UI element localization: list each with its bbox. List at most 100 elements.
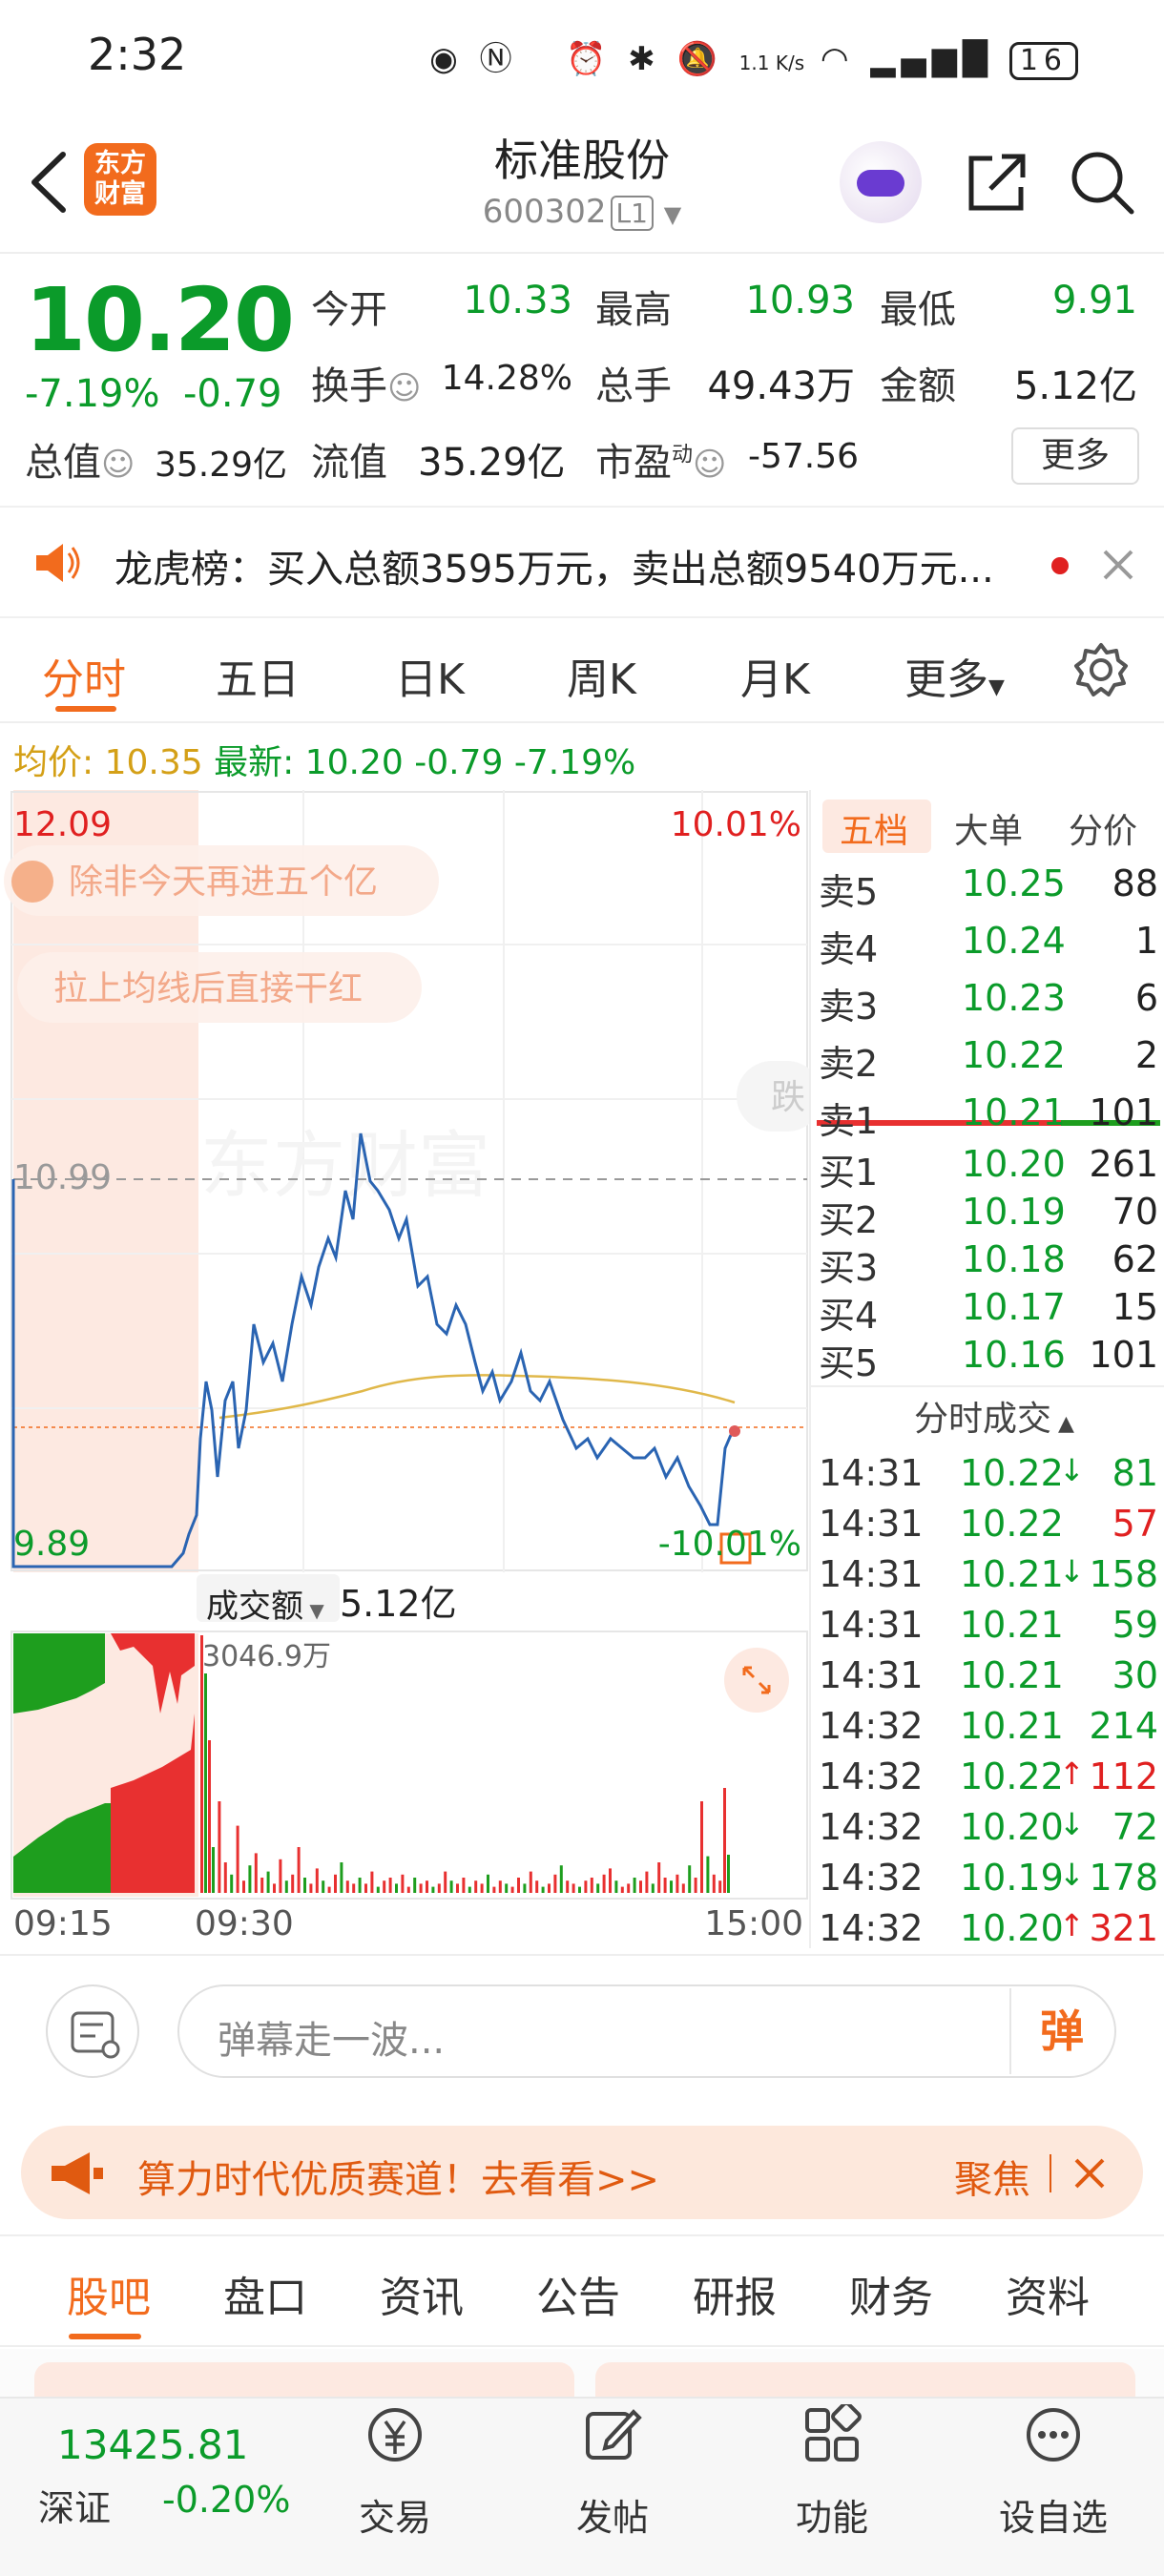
barrage-send-button[interactable]: 弹 xyxy=(1009,1988,1112,2074)
trade-volume: 57 xyxy=(1112,1503,1158,1545)
bid-label: 买2 xyxy=(819,1199,879,1241)
trade-time: 14:31 xyxy=(819,1553,924,1595)
volume-bar xyxy=(236,1825,239,1893)
bid-price: 10.19 xyxy=(962,1191,1066,1233)
tab-intraday[interactable]: 分时 xyxy=(42,645,126,706)
promo-focus: 聚焦 xyxy=(954,2158,1030,2202)
volume-bar xyxy=(309,1883,313,1893)
volume-bar xyxy=(639,1880,642,1893)
volume-bar xyxy=(444,1871,447,1893)
avg-value: 10.35 xyxy=(104,743,203,782)
info-icon: ☺ xyxy=(101,446,135,484)
trade-time: 14:32 xyxy=(819,1755,924,1797)
trade-row: 14:31 10.21 59 xyxy=(819,1604,1158,1654)
last-value: 10.20 xyxy=(304,743,404,782)
bid-volume: 70 xyxy=(1112,1191,1158,1233)
intraday-chart[interactable]: 东方财富 12.09 10.01% 10.99 9.89 -10.01% 除非今… xyxy=(0,790,809,1572)
trades-title[interactable]: 分时成交 ▲ xyxy=(914,1391,1074,1441)
volume-bar xyxy=(523,1883,527,1893)
low-label: 最低 xyxy=(880,288,956,332)
tab-order-book[interactable]: 盘口 xyxy=(223,2263,307,2324)
dragon-tiger-notice[interactable]: 龙虎榜：买入总额3595万元，卖出总额9540万元... xyxy=(0,506,1164,618)
trade-price: 10.20 xyxy=(960,1806,1064,1848)
volume-chart[interactable]: 3046.9万 09:15 09:30 15:00 xyxy=(0,1628,809,1952)
tab-monthly-k[interactable]: 月K xyxy=(740,645,810,706)
more-button[interactable]: 更多 xyxy=(1011,427,1139,485)
close-icon[interactable] xyxy=(1099,546,1137,584)
status-time: 2:32 xyxy=(88,29,187,80)
volume-bar xyxy=(566,1880,570,1893)
trade-direction: ↑ xyxy=(1059,1755,1085,1792)
volume-bar xyxy=(395,1883,398,1893)
volume-bar xyxy=(480,1883,484,1893)
ask-price: 10.24 xyxy=(962,920,1066,962)
more-dots-icon xyxy=(1027,2408,1080,2462)
tab-five-day[interactable]: 五日 xyxy=(216,645,300,706)
search-icon[interactable] xyxy=(1069,149,1135,216)
nav-trade-label: 交易 xyxy=(358,2497,431,2539)
volume-bar xyxy=(663,1878,667,1893)
barrage-input[interactable]: 弹幕走一波... xyxy=(177,1984,1116,2078)
trade-row: 14:31 10.21 30 xyxy=(819,1654,1158,1705)
trade-row: 14:32 10.21 214 xyxy=(819,1705,1158,1755)
volume-bar xyxy=(376,1886,380,1893)
index-name[interactable]: 深证 xyxy=(38,2479,111,2531)
share-icon[interactable] xyxy=(964,149,1030,216)
volume-bar xyxy=(596,1883,600,1893)
bid-volume: 62 xyxy=(1112,1238,1158,1280)
ask-price: 10.22 xyxy=(962,1034,1066,1076)
volume-bar xyxy=(340,1862,343,1893)
y-bottom-label: 9.89 xyxy=(13,1525,90,1564)
danmu-text-1: 除非今天再进五个亿 xyxy=(69,862,378,902)
tab-daily-k[interactable]: 日K xyxy=(395,645,465,706)
trade-direction: ↓ xyxy=(1059,1857,1085,1893)
ask-label: 卖4 xyxy=(819,928,879,970)
battery-icon: 16 xyxy=(1008,42,1078,80)
barrage-settings-icon[interactable] xyxy=(46,1984,139,2078)
volume-bar xyxy=(279,1859,282,1893)
tab-five-levels[interactable]: 五档 xyxy=(840,803,908,853)
trades-title-text: 分时成交 xyxy=(914,1400,1052,1439)
turnover-label[interactable]: 换手☺ xyxy=(311,355,421,410)
tab-forum[interactable]: 股吧 xyxy=(67,2263,151,2324)
trade-time: 14:32 xyxy=(819,1705,924,1747)
tab-weekly-k[interactable]: 周K xyxy=(567,645,636,706)
volume-bar xyxy=(208,1740,211,1893)
tab-more[interactable]: 更多▼ xyxy=(904,645,1005,706)
bid-row: 买4 10.17 15 xyxy=(819,1286,1158,1337)
gear-icon[interactable] xyxy=(1072,641,1130,698)
pe-label[interactable]: 市盈动☺ xyxy=(595,431,726,487)
trade-price: 10.22 xyxy=(960,1503,1064,1545)
volume-type-selector[interactable]: 成交额 ▼ xyxy=(197,1574,340,1626)
card-peek-left xyxy=(34,2362,574,2400)
volume-bar xyxy=(559,1865,563,1893)
index-change[interactable]: -0.20% xyxy=(162,2479,290,2521)
megaphone-icon xyxy=(52,2152,103,2194)
trade-volume: 72 xyxy=(1112,1806,1158,1848)
volume-bar xyxy=(676,1874,679,1893)
ask-volume: 2 xyxy=(1134,1034,1158,1076)
tab-news[interactable]: 资讯 xyxy=(380,2263,464,2324)
current-price: 10.20 xyxy=(25,269,295,371)
tab-price-distribution[interactable]: 分价 xyxy=(1069,803,1137,853)
tab-financials[interactable]: 财务 xyxy=(849,2263,933,2324)
caret-down-icon: ▼ xyxy=(988,675,1005,699)
active-tab-underline xyxy=(69,2334,141,2339)
tab-profile[interactable]: 资料 xyxy=(1006,2263,1090,2324)
pct-top-label: 10.01% xyxy=(671,805,801,844)
expand-icon[interactable] xyxy=(723,1647,790,1714)
mktcap-label[interactable]: 总值☺ xyxy=(25,431,135,487)
net-speed: 1.1 K/s xyxy=(738,52,805,74)
assistant-robot-icon[interactable] xyxy=(840,141,922,223)
tab-big-orders[interactable]: 大单 xyxy=(954,803,1023,853)
volume-bar xyxy=(406,1886,410,1893)
tab-announcements[interactable]: 公告 xyxy=(536,2263,620,2324)
promo-banner[interactable]: 算力时代优质赛道！去看看>> 聚焦 xyxy=(21,2126,1143,2219)
tab-research[interactable]: 研报 xyxy=(693,2263,777,2324)
index-value[interactable]: 13425.81 xyxy=(57,2421,248,2468)
yuan-exchange-icon xyxy=(368,2408,422,2462)
bid-label: 买5 xyxy=(819,1342,879,1384)
ask-label: 卖5 xyxy=(819,871,879,913)
volume-bar xyxy=(383,1880,386,1893)
close-icon[interactable] xyxy=(1070,2154,1109,2192)
